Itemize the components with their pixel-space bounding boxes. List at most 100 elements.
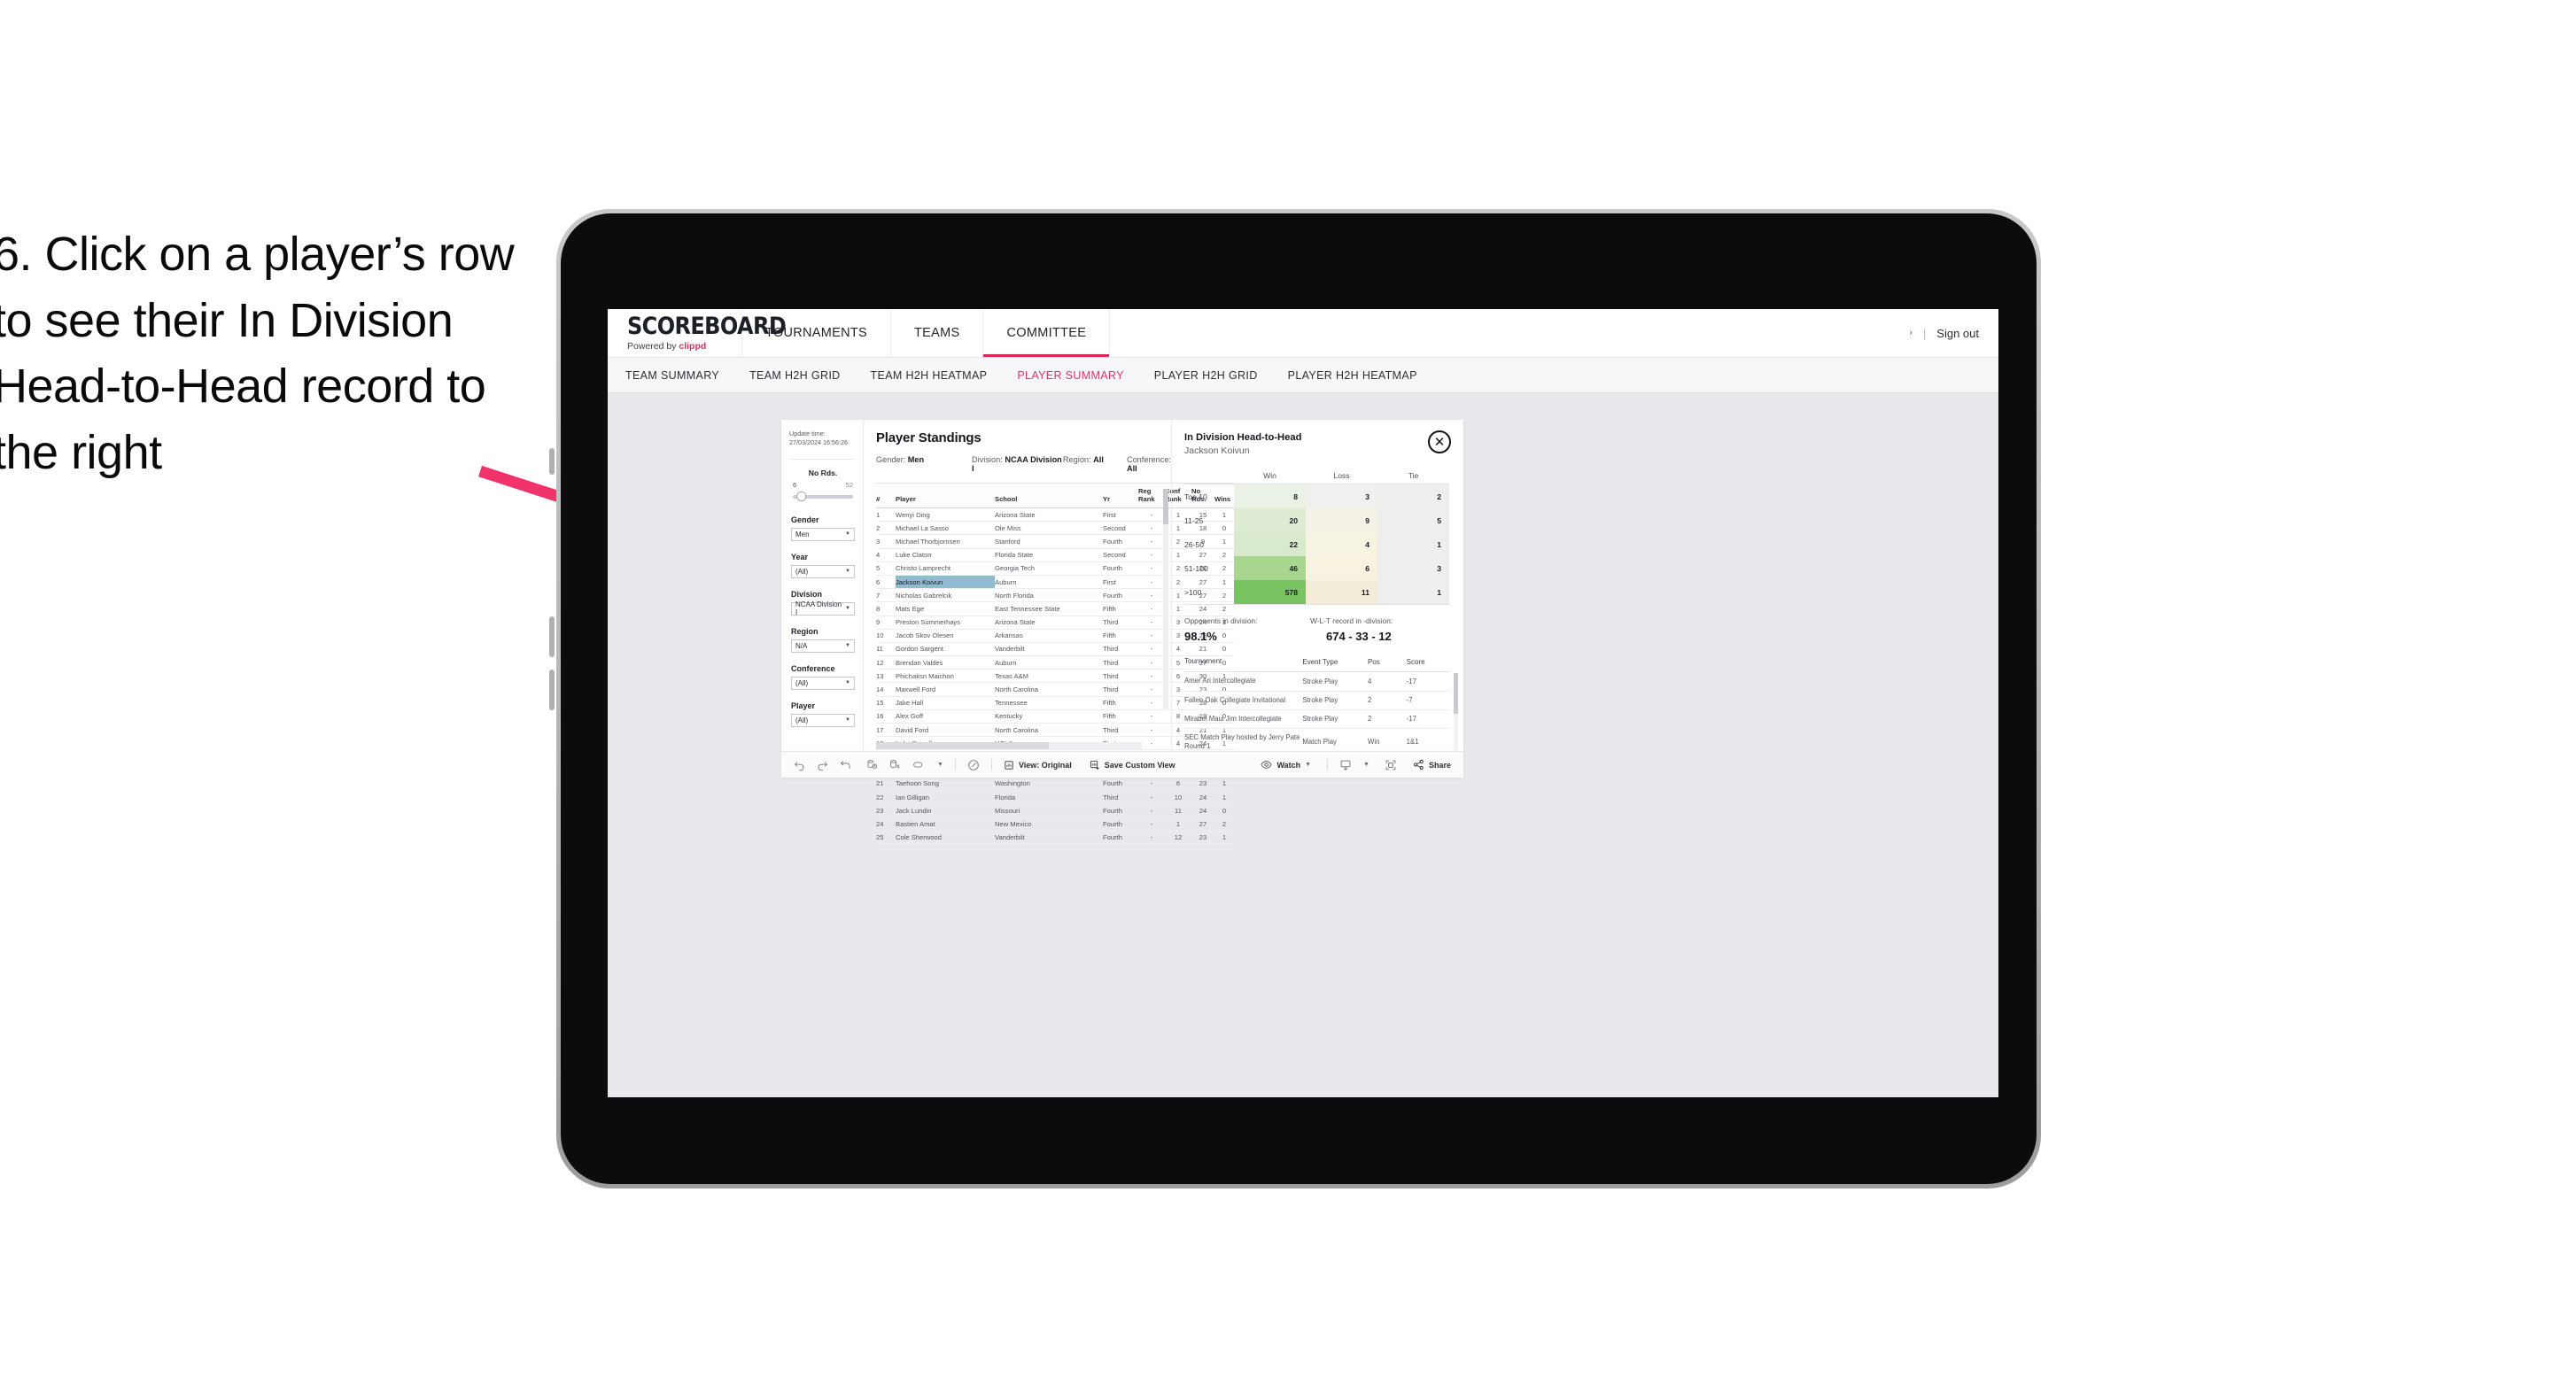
- slider-track[interactable]: [793, 492, 853, 502]
- watch-button[interactable]: Watch ▼: [1261, 759, 1311, 770]
- col-tournament[interactable]: Tournament: [1184, 654, 1303, 673]
- brand-powered-prefix: Powered by: [627, 340, 679, 352]
- filter-region-select[interactable]: N/A ▼: [791, 639, 855, 653]
- undo-icon[interactable]: [794, 759, 805, 770]
- cell-no-rds: 23: [1191, 777, 1214, 791]
- heatmap-cell[interactable]: 6: [1306, 556, 1377, 580]
- refresh-data-icon[interactable]: [866, 759, 878, 770]
- no-rounds-label: No Rds.: [808, 468, 838, 477]
- event-row[interactable]: Fallen Oak Collegiate Invitational Stroke…: [1184, 691, 1449, 710]
- table-row[interactable]: 24 Bastien Amat New Mexico Fourth -1 27 2: [876, 817, 1234, 832]
- table-row[interactable]: 23 Jack Lundin Missouri Fourth -11 24 0: [876, 803, 1234, 818]
- cell-rank: 11: [876, 642, 896, 657]
- account-chevron-icon[interactable]: ›: [1909, 328, 1913, 338]
- heatmap-cell[interactable]: 1: [1377, 532, 1449, 556]
- cell-reg-rank: -: [1138, 696, 1165, 710]
- col-pos[interactable]: Pos: [1367, 654, 1407, 673]
- filter-year-select[interactable]: (All) ▼: [791, 564, 855, 578]
- slider-handle[interactable]: [796, 492, 806, 502]
- cell-rank: 5: [876, 561, 896, 576]
- table-horizontal-scrollbar[interactable]: [876, 742, 1142, 749]
- cell-rank: 15: [876, 696, 896, 710]
- tab-player-h2h-grid[interactable]: PLAYER H2H GRID: [1154, 369, 1258, 382]
- table-row[interactable]: 21 Taehoon Song Washington Fourth -6 23 1: [876, 777, 1234, 791]
- tab-team-h2h-heatmap[interactable]: TEAM H2H HEATMAP: [871, 369, 988, 382]
- heatmap-cell[interactable]: 3: [1306, 484, 1377, 508]
- nav-teams[interactable]: TEAMS: [891, 309, 984, 357]
- stat-opponents-label: Opponents in division:: [1184, 616, 1258, 625]
- stat-wlt: W-L-T record in -division: 674 - 33 - 12: [1310, 616, 1393, 643]
- chevron-down-icon: ▼: [845, 643, 850, 649]
- col-reg-rank[interactable]: Reg Rank: [1138, 483, 1165, 508]
- cell-rank: 14: [876, 682, 896, 697]
- col-score[interactable]: Score: [1406, 654, 1449, 673]
- table-vertical-scrollbar[interactable]: [1163, 489, 1168, 710]
- cell-player: Christo Lamprecht: [896, 561, 995, 576]
- head-to-head-panel: In Division Head-to-Head Jackson Koivun …: [1171, 420, 1463, 765]
- heatmap-cell[interactable]: 2: [1377, 484, 1449, 508]
- filter-gender-label: Gender: [791, 515, 819, 524]
- highlight-icon[interactable]: [967, 759, 980, 771]
- chevron-down-icon[interactable]: ▼: [1363, 762, 1369, 768]
- stat-wlt-value: 674 - 33 - 12: [1326, 630, 1392, 643]
- col-year[interactable]: Yr: [1103, 483, 1138, 508]
- sign-out-link[interactable]: Sign out: [1936, 327, 1979, 340]
- download-icon[interactable]: [1339, 759, 1352, 771]
- table-row[interactable]: 25 Cole Sherwood Vanderbilt Fourth -12 23 1: [876, 831, 1234, 845]
- save-custom-view-button[interactable]: Save Custom View: [1090, 760, 1175, 770]
- share-button[interactable]: Share: [1413, 759, 1451, 770]
- no-rounds-slider[interactable]: No Rds. 6 52: [789, 468, 855, 504]
- table-row[interactable]: 22 Ian Gilligan Florida Third -10 24 1: [876, 790, 1234, 805]
- col-rank[interactable]: #: [876, 483, 896, 508]
- filter-division: Division NCAA Division I ▼: [789, 590, 855, 616]
- col-event-type[interactable]: Event Type: [1302, 654, 1368, 673]
- update-time-label: Update time:: [789, 430, 826, 437]
- cell-rank: 16: [876, 709, 896, 724]
- cell-wins: 1: [1214, 831, 1234, 845]
- heatmap-cell[interactable]: 5: [1377, 508, 1449, 532]
- tab-player-summary[interactable]: PLAYER SUMMARY: [1017, 369, 1123, 382]
- filter-player-select[interactable]: (All) ▼: [791, 713, 855, 727]
- heatmap-cell[interactable]: 46: [1234, 556, 1306, 580]
- redo-icon[interactable]: [817, 759, 828, 770]
- cell-player: Cole Sherwood: [896, 831, 995, 845]
- tablet-power-button: [549, 448, 555, 475]
- close-icon[interactable]: ✕: [1428, 430, 1451, 453]
- fullscreen-icon[interactable]: [1385, 759, 1397, 771]
- tab-player-h2h-heatmap[interactable]: PLAYER H2H HEATMAP: [1288, 369, 1417, 382]
- cell-school: Washington: [995, 777, 1103, 791]
- filter-division-value: NCAA Division I: [795, 600, 842, 617]
- heatmap-cell[interactable]: 22: [1234, 532, 1306, 556]
- filter-conference-select[interactable]: (All) ▼: [791, 676, 855, 690]
- filter-gender-select[interactable]: Men ▼: [791, 527, 855, 541]
- brand-tagline: Powered by clippd: [627, 341, 741, 352]
- view-original-button[interactable]: View: Original: [1004, 760, 1072, 770]
- heatmap-cell[interactable]: 20: [1234, 508, 1306, 532]
- brand-clippd: clippd: [679, 340, 707, 352]
- heatmap-cell[interactable]: 578: [1234, 580, 1306, 604]
- cell-player: Michael La Sasso: [896, 521, 995, 536]
- heatmap-cell[interactable]: 4: [1306, 532, 1377, 556]
- col-school[interactable]: School: [995, 483, 1103, 508]
- filter-player-label: Player: [791, 701, 816, 710]
- pause-data-icon[interactable]: [889, 759, 901, 770]
- nav-committee[interactable]: COMMITTEE: [983, 309, 1111, 357]
- cell-wins: 1: [1214, 790, 1234, 805]
- revert-icon[interactable]: [840, 759, 851, 770]
- col-player[interactable]: Player: [896, 483, 995, 508]
- heatmap-cell[interactable]: 1: [1377, 580, 1449, 604]
- meta-division: Division: NCAA Division I: [972, 455, 1063, 473]
- heatmap-cell[interactable]: 9: [1306, 508, 1377, 532]
- chevron-down-icon[interactable]: ▼: [937, 762, 943, 768]
- tab-team-summary[interactable]: TEAM SUMMARY: [625, 369, 719, 382]
- heatmap-cell[interactable]: 3: [1377, 556, 1449, 580]
- heatmap-cell[interactable]: 11: [1306, 580, 1377, 604]
- event-row[interactable]: Mirabel Maui Jim Intercollegiate Stroke P…: [1184, 709, 1449, 729]
- pause-auto-update-icon[interactable]: [912, 759, 926, 770]
- heatmap-cell[interactable]: 8: [1234, 484, 1306, 508]
- event-row[interactable]: Amer Ari Intercollegiate Stroke Play 4 -17: [1184, 671, 1449, 692]
- filter-division-select[interactable]: NCAA Division I ▼: [791, 600, 855, 617]
- tab-team-h2h-grid[interactable]: TEAM H2H GRID: [749, 369, 840, 382]
- no-rounds-max: 52: [845, 480, 853, 489]
- cell-year: Third: [1103, 723, 1138, 738]
